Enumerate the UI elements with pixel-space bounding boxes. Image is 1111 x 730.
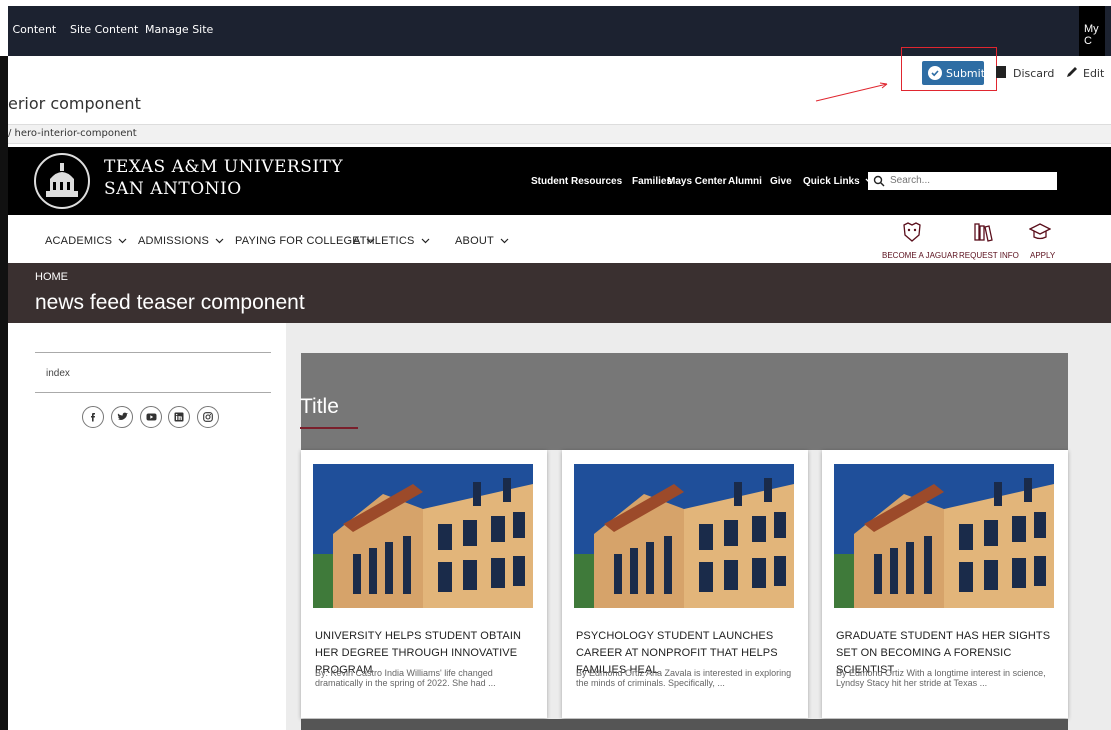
news-card[interactable]: UNIVERSITY HELPS STUDENT OBTAIN HER DEGR… xyxy=(301,450,547,718)
linkedin-icon[interactable] xyxy=(168,406,190,428)
section-footer-band xyxy=(301,719,1068,730)
chevron-down-icon xyxy=(118,238,127,244)
search-icon[interactable] xyxy=(873,175,885,187)
page-path: / hero-interior-component xyxy=(8,128,137,139)
section-banner xyxy=(301,353,1068,450)
sidebar-divider xyxy=(35,392,271,393)
site-header: TEXAS A&M UNIVERSITY SAN ANTONIO Student… xyxy=(8,147,1111,215)
annotation-arrow xyxy=(815,82,888,102)
graduation-cap-icon xyxy=(1028,223,1052,240)
sidebar-item-index[interactable]: index xyxy=(46,368,70,379)
news-card-summary: By: Kevin Castro India Williams' life ch… xyxy=(315,668,496,688)
news-card-image xyxy=(834,464,1054,608)
hero-banner: HOME news feed teaser component xyxy=(8,263,1111,323)
link-student-resources[interactable]: Student Resources xyxy=(531,176,622,187)
nav-athletics[interactable]: ATHLETICS xyxy=(353,235,430,247)
nav-about[interactable]: ABOUT xyxy=(455,235,509,247)
sidebar-divider xyxy=(35,352,271,353)
news-feed-section: Title UNIVERSITY HELPS STUDENT OBTAIN HE… xyxy=(286,323,1111,730)
nav-admissions-label: ADMISSIONS xyxy=(138,235,210,247)
sidebar: index xyxy=(8,323,286,730)
cta-become-a-jaguar-label: BECOME A JAGUAR xyxy=(882,251,959,260)
link-mays-center[interactable]: Mays Center xyxy=(667,176,726,187)
section-title-underline xyxy=(300,427,358,429)
cms-menu-manage-site[interactable]: Manage Site xyxy=(145,23,213,36)
nav-academics-label: ACADEMICS xyxy=(45,235,113,247)
news-card-summary: By Edmond Ortiz Ana Zavala is interested… xyxy=(576,668,792,688)
youtube-icon[interactable] xyxy=(140,406,162,428)
twitter-icon[interactable] xyxy=(111,406,133,428)
university-name-line1: TEXAS A&M UNIVERSITY xyxy=(104,157,344,177)
site-search xyxy=(868,172,1057,190)
nav-admissions[interactable]: ADMISSIONS xyxy=(138,235,224,247)
university-logo-icon[interactable] xyxy=(34,153,90,209)
trash-icon xyxy=(996,66,1006,78)
news-card[interactable]: PSYCHOLOGY STUDENT LAUNCHES CAREER AT NO… xyxy=(562,450,808,718)
instagram-icon[interactable] xyxy=(197,406,219,428)
search-input[interactable] xyxy=(890,173,1050,187)
news-card-summary: By Edmond Ortiz With a longtime interest… xyxy=(836,668,1046,688)
news-card-image xyxy=(574,464,794,608)
link-quick-links[interactable]: Quick Links xyxy=(803,176,874,187)
chevron-down-icon xyxy=(500,238,509,244)
discard-button-label: Discard xyxy=(1013,67,1055,80)
news-card-image xyxy=(313,464,533,608)
facebook-icon[interactable] xyxy=(82,406,104,428)
cta-apply-label: APPLY xyxy=(1030,251,1056,260)
jaguar-icon xyxy=(903,222,921,242)
edit-button-label: Edit xyxy=(1083,67,1105,80)
chevron-down-icon xyxy=(215,238,224,244)
nav-academics[interactable]: ACADEMICS xyxy=(45,235,127,247)
main-nav: ACADEMICS ADMISSIONS PAYING FOR COLLEGE … xyxy=(8,215,1111,264)
nav-athletics-label: ATHLETICS xyxy=(353,235,415,247)
cms-user-menu-label: My C xyxy=(1084,23,1099,47)
cms-menu-content[interactable]: d Content xyxy=(2,23,56,36)
left-edge xyxy=(0,56,8,730)
chevron-down-icon xyxy=(421,238,429,244)
link-give[interactable]: Give xyxy=(770,176,792,187)
cms-user-menu[interactable]: My C xyxy=(1079,6,1105,56)
news-card[interactable]: GRADUATE STUDENT HAS HER SIGHTS SET ON B… xyxy=(822,450,1068,718)
cta-request-info-label: REQUEST INFO xyxy=(959,251,1019,260)
content-area: index Title UNIVERSITY HELPS STUDENT OBT… xyxy=(8,323,1111,730)
university-name-line2: SAN ANTONIO xyxy=(104,179,242,199)
cta-apply[interactable]: APPLY xyxy=(1025,221,1055,260)
page-path-bar: / hero-interior-component xyxy=(8,124,1111,144)
cms-toolbar: erior component Submit Discard Edit xyxy=(8,47,1111,124)
cta-become-a-jaguar[interactable]: BECOME A JAGUAR xyxy=(882,221,958,260)
page-frame: d Content Site Content Manage Site My C … xyxy=(0,0,1111,730)
link-alumni[interactable]: Alumni xyxy=(728,176,762,187)
nav-about-label: ABOUT xyxy=(455,235,494,247)
nav-paying-label: PAYING FOR COLLEGE xyxy=(235,235,360,247)
cta-request-info[interactable]: REQUEST INFO xyxy=(959,221,1019,260)
page-title: news feed teaser component xyxy=(35,291,305,314)
section-title: Title xyxy=(300,395,339,418)
quick-links-label: Quick Links xyxy=(803,176,860,187)
pencil-icon xyxy=(1065,65,1079,82)
annotation-highlight-box xyxy=(901,47,997,91)
breadcrumb-home[interactable]: HOME xyxy=(35,271,68,283)
books-icon xyxy=(974,223,993,242)
cms-menu-site-content[interactable]: Site Content xyxy=(70,23,138,36)
